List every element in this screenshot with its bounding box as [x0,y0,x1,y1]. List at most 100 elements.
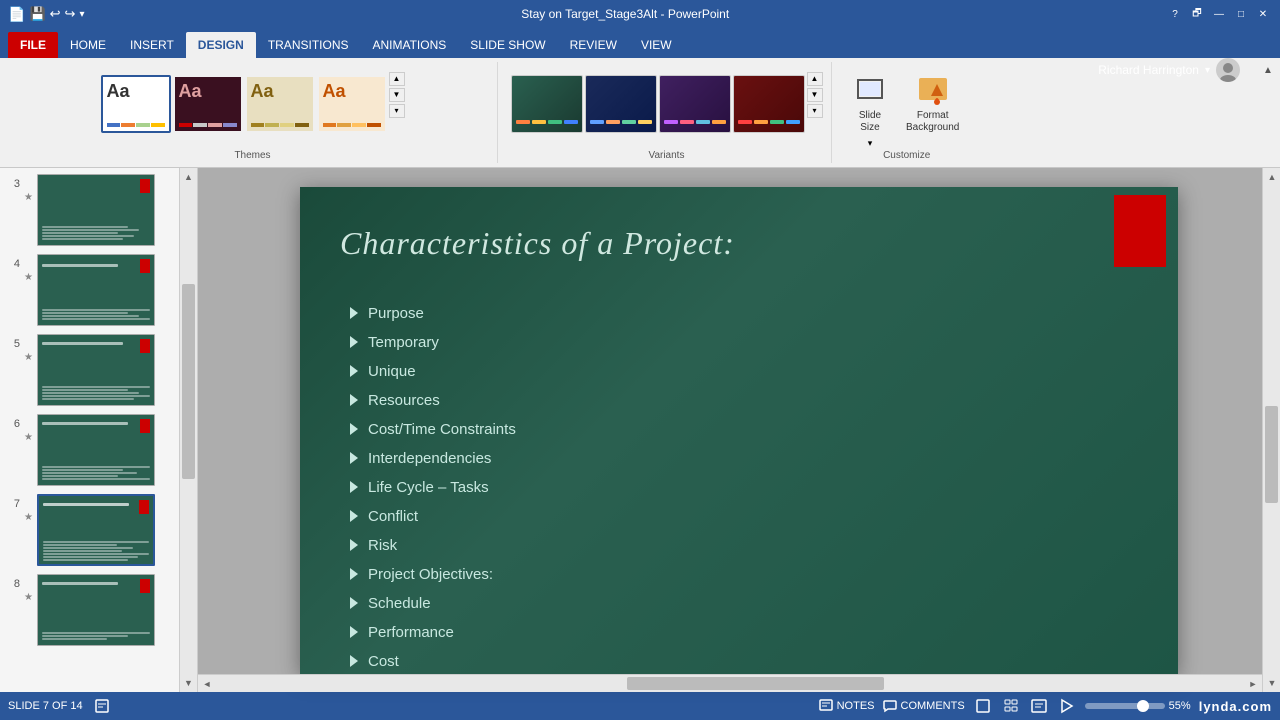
main-scroll-down[interactable]: ▼ [1263,674,1280,692]
format-background-button[interactable]: Format Background [900,70,965,153]
tab-file[interactable]: FILE [8,32,58,58]
variants-label: Variants [649,150,685,161]
bullet-arrow-12 [350,626,358,638]
bullet-arrow-6 [350,452,358,464]
reading-view-button[interactable] [1029,696,1049,716]
tab-animations[interactable]: ANIMATIONS [360,32,458,58]
panel-scroll-down[interactable]: ▼ [180,674,198,692]
panel-scrollbar[interactable]: ▲ ▼ [180,168,198,692]
main-hscroll-right[interactable]: ► [1244,675,1262,693]
qat-customize-button[interactable]: ▾ [79,9,84,20]
bullet-arrow-9 [350,539,358,551]
bullet-arrow-1 [350,307,358,319]
star-icon-6: ★ [24,432,33,443]
notes-label: NOTES [837,700,875,712]
slide-image-8 [37,574,155,646]
main-hscroll-left[interactable]: ◄ [198,675,216,693]
tab-slideshow[interactable]: SLIDE SHOW [458,32,557,58]
save-button[interactable]: 💾 [29,6,45,22]
tab-transitions[interactable]: TRANSITIONS [256,32,361,58]
minimize-button[interactable]: — [1210,5,1228,23]
variant-3[interactable] [659,75,731,133]
slide-thumb-7[interactable]: 7 ★ [4,492,175,568]
slide-notes-toggle[interactable] [93,697,111,715]
zoom-thumb[interactable] [1137,700,1149,712]
slide-thumb-8[interactable]: 8 ★ [4,572,175,648]
zoom-slider[interactable] [1085,703,1165,709]
zoom-control[interactable]: 55% [1085,700,1191,712]
bullet-resources: Resources [350,392,1138,409]
themes-scroll-more[interactable]: ▾ [389,104,405,118]
slide-size-label: Slide Size [859,110,881,134]
theme-4[interactable]: Aa [317,75,387,133]
themes-scroll[interactable]: ▲ ▼ ▾ [389,72,405,118]
slide-image-4 [37,254,155,326]
theme-1[interactable]: Aa [101,75,171,133]
panel-scroll-up[interactable]: ▲ [180,168,198,186]
customize-section: Slide Size ▾ Format Background Customize [836,62,977,163]
slide-thumb-5[interactable]: 5 ★ [4,332,175,408]
slideshow-button[interactable] [1057,696,1077,716]
comments-label: COMMENTS [901,700,965,712]
close-button[interactable]: ✕ [1254,5,1272,23]
format-background-icon [917,74,949,106]
slide-panel: 3 ★ 4 ★ [0,168,180,692]
variants-scroll-down[interactable]: ▼ [807,88,823,102]
slide-size-dropdown-icon[interactable]: ▾ [868,138,873,149]
slide-image-6 [37,414,155,486]
slide-thumb-4[interactable]: 4 ★ [4,252,175,328]
slide-thumb-3[interactable]: 3 ★ [4,172,175,248]
bullet-arrow-10 [350,568,358,580]
slide-title[interactable]: Characteristics of a Project: [340,225,1098,262]
redo-button[interactable]: ↪ [65,6,76,22]
themes-scroll-up[interactable]: ▲ [389,72,405,86]
file-icon: 📄 [8,6,25,23]
tab-view[interactable]: VIEW [629,32,684,58]
variants-scroll-up[interactable]: ▲ [807,72,823,86]
ribbon-collapse-button[interactable]: ▲ [1260,62,1276,78]
bullet-arrow-3 [350,365,358,377]
theme-2[interactable]: Aa [173,75,243,133]
bullet-conflict: Conflict [350,508,1138,525]
bullet-interdependencies: Interdependencies [350,450,1138,467]
ribbon-collapse-button[interactable]: 🗗 [1188,5,1206,23]
bullet-temporary: Temporary [350,334,1138,351]
slide-size-icon [854,74,886,106]
variants-scroll-more[interactable]: ▾ [807,104,823,118]
bullet-purpose: Purpose [350,305,1138,322]
themes-scroll-down[interactable]: ▼ [389,88,405,102]
slide-size-button[interactable]: Slide Size ▾ [848,70,892,153]
user-dropdown-icon[interactable]: ▾ [1205,65,1210,76]
bullet-performance: Performance [350,624,1138,641]
variant-2[interactable] [585,75,657,133]
bullet-arrow-7 [350,481,358,493]
tab-home[interactable]: HOME [58,32,118,58]
variant-1[interactable] [511,75,583,133]
slide-sorter-button[interactable] [1001,696,1021,716]
notes-button[interactable]: NOTES [819,699,875,713]
slide-image-3 [37,174,155,246]
bullet-unique: Unique [350,363,1138,380]
undo-button[interactable]: ↩ [50,6,61,22]
variant-4[interactable] [733,75,805,133]
maximize-button[interactable]: □ [1232,5,1250,23]
theme-3[interactable]: Aa [245,75,315,133]
normal-view-button[interactable] [973,696,993,716]
format-background-label: Format Background [906,110,959,134]
tab-insert[interactable]: INSERT [118,32,186,58]
bullet-arrow-2 [350,336,358,348]
main-scroll-track[interactable] [1263,186,1280,674]
window-title: Stay on Target_Stage3Alt - PowerPoint [84,7,1166,21]
tab-design[interactable]: DESIGN [186,32,256,58]
main-slide[interactable]: Characteristics of a Project: Purpose Te… [300,187,1178,674]
slide-thumb-6[interactable]: 6 ★ [4,412,175,488]
customize-label: Customize [883,150,930,161]
variants-scroll[interactable]: ▲ ▼ ▾ [807,72,823,118]
help-button[interactable]: ? [1166,5,1184,23]
bullet-arrow-4 [350,394,358,406]
tab-review[interactable]: REVIEW [558,32,629,58]
panel-scroll-track[interactable] [180,186,197,674]
comments-button[interactable]: COMMENTS [883,699,965,713]
star-icon-4: ★ [24,272,33,283]
main-scroll-up[interactable]: ▲ [1263,168,1280,186]
